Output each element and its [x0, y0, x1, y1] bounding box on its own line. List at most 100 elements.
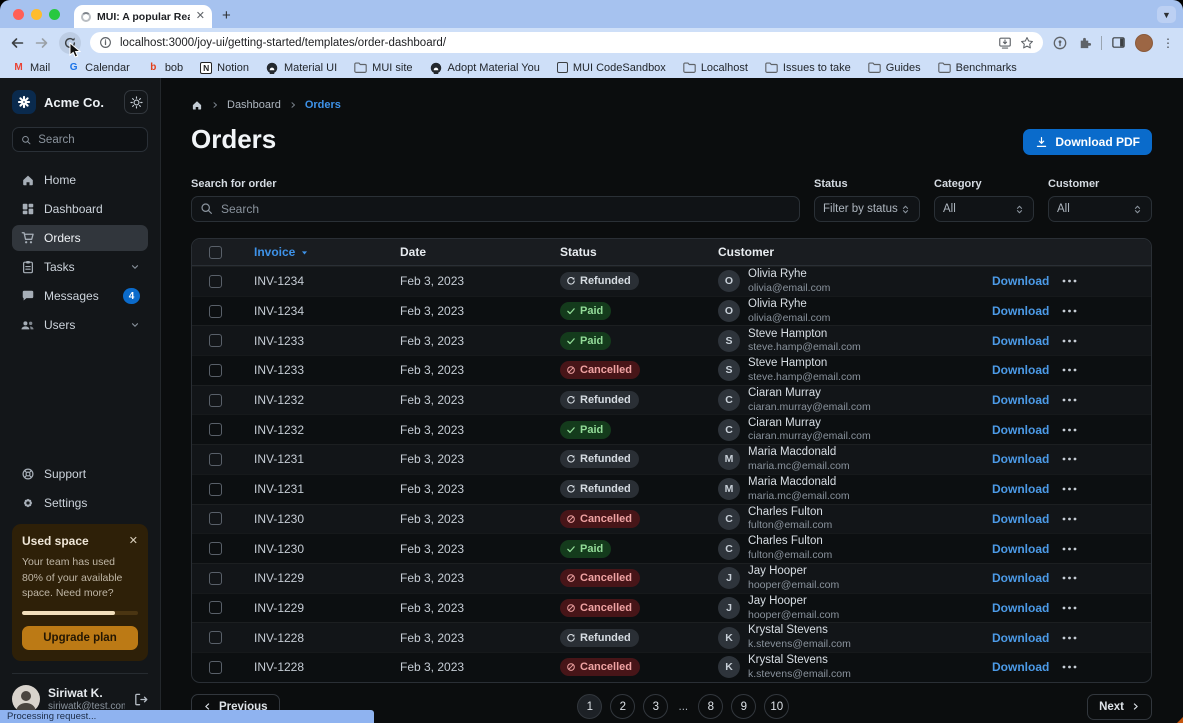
sidebar-item-users[interactable]: Users [12, 312, 148, 338]
sidebar-item-home[interactable]: Home [12, 167, 148, 193]
bookmark-localhost[interactable]: Localhost [683, 61, 748, 74]
row-download-link[interactable]: Download [992, 363, 1056, 377]
sidebar-search[interactable] [12, 127, 148, 152]
sidebar-item-dashboard[interactable]: Dashboard [12, 196, 148, 222]
bookmark-bob[interactable]: bbob [147, 61, 183, 74]
row-download-link[interactable]: Download [992, 393, 1056, 407]
sidebar-item-tasks[interactable]: Tasks [12, 254, 148, 280]
site-info-icon[interactable] [99, 36, 112, 49]
page-button-1[interactable]: 1 [577, 694, 602, 719]
close-icon[interactable]: ✕ [129, 536, 138, 547]
theme-toggle-button[interactable] [124, 90, 148, 114]
row-menu-icon[interactable] [1056, 339, 1151, 343]
sidebar-item-support[interactable]: Support [12, 461, 148, 487]
bookmark-material-ui[interactable]: Material UI [266, 61, 337, 74]
reload-button[interactable] [59, 32, 81, 54]
password-manager-icon[interactable] [1052, 35, 1068, 51]
bookmark-issues-to-take[interactable]: Issues to take [765, 61, 851, 74]
tab-close-icon[interactable]: ✕ [196, 11, 205, 22]
column-header-status[interactable]: Status [542, 245, 710, 259]
sidebar-item-messages[interactable]: Messages 4 [12, 283, 148, 309]
row-checkbox[interactable] [209, 542, 222, 555]
row-checkbox[interactable] [209, 275, 222, 288]
bookmark-adopt-material-you[interactable]: Adopt Material You [430, 61, 540, 74]
sidebar-search-input[interactable] [38, 134, 139, 146]
row-menu-icon[interactable] [1056, 517, 1151, 521]
row-checkbox[interactable] [209, 661, 222, 674]
row-checkbox[interactable] [209, 423, 222, 436]
select-all-checkbox[interactable] [209, 246, 222, 259]
row-download-link[interactable]: Download [992, 660, 1056, 674]
browser-tab[interactable]: MUI: A popular React UI fram ✕ [74, 5, 212, 28]
minimize-window-button[interactable] [31, 9, 42, 20]
url-bar[interactable]: localhost:3000/joy-ui/getting-started/te… [90, 32, 1043, 53]
row-download-link[interactable]: Download [992, 423, 1056, 437]
row-menu-icon[interactable] [1056, 665, 1151, 669]
row-checkbox[interactable] [209, 512, 222, 525]
status-filter-select[interactable]: Filter by status [814, 196, 920, 222]
row-checkbox[interactable] [209, 305, 222, 318]
bookmark-benchmarks[interactable]: Benchmarks [938, 61, 1017, 74]
extensions-puzzle-icon[interactable] [1077, 35, 1092, 50]
row-checkbox[interactable] [209, 483, 222, 496]
column-header-date[interactable]: Date [382, 245, 542, 259]
row-download-link[interactable]: Download [992, 571, 1056, 585]
row-checkbox[interactable] [209, 334, 222, 347]
row-checkbox[interactable] [209, 364, 222, 377]
breadcrumb-dashboard[interactable]: Dashboard [227, 99, 281, 111]
side-panel-icon[interactable] [1111, 35, 1126, 50]
row-menu-icon[interactable] [1056, 636, 1151, 640]
zoom-window-button[interactable] [49, 9, 60, 20]
home-icon[interactable] [191, 99, 203, 111]
page-button-8[interactable]: 8 [698, 694, 723, 719]
page-button-10[interactable]: 10 [764, 694, 789, 719]
row-menu-icon[interactable] [1056, 398, 1151, 402]
column-header-customer[interactable]: Customer [710, 245, 992, 259]
page-button-3[interactable]: 3 [643, 694, 668, 719]
forward-button[interactable] [34, 35, 50, 51]
customer-filter-select[interactable]: All [1048, 196, 1152, 222]
row-download-link[interactable]: Download [992, 512, 1056, 526]
row-menu-icon[interactable] [1056, 576, 1151, 580]
url-text[interactable]: localhost:3000/joy-ui/getting-started/te… [120, 37, 990, 49]
new-tab-button[interactable]: + [222, 7, 231, 24]
row-menu-icon[interactable] [1056, 606, 1151, 610]
row-menu-icon[interactable] [1056, 368, 1151, 372]
bookmark-mui-codesandbox[interactable]: MUI CodeSandbox [557, 62, 666, 74]
row-download-link[interactable]: Download [992, 482, 1056, 496]
logout-icon[interactable] [133, 692, 148, 707]
sidebar-item-settings[interactable]: Settings [12, 490, 148, 516]
row-checkbox[interactable] [209, 601, 222, 614]
bookmark-notion[interactable]: NNotion [200, 62, 249, 74]
row-menu-icon[interactable] [1056, 487, 1151, 491]
order-search-input[interactable] [191, 196, 800, 222]
row-download-link[interactable]: Download [992, 601, 1056, 615]
row-menu-icon[interactable] [1056, 309, 1151, 313]
row-download-link[interactable]: Download [992, 274, 1056, 288]
category-filter-select[interactable]: All [934, 196, 1034, 222]
row-download-link[interactable]: Download [992, 334, 1056, 348]
bookmark-star-icon[interactable] [1020, 36, 1034, 50]
bookmark-guides[interactable]: Guides [868, 61, 921, 74]
next-page-button[interactable]: Next [1087, 694, 1152, 720]
sidebar-item-orders[interactable]: Orders [12, 225, 148, 251]
browser-profile-avatar[interactable] [1135, 34, 1153, 52]
row-menu-icon[interactable] [1056, 279, 1151, 283]
row-download-link[interactable]: Download [992, 452, 1056, 466]
tab-search-chevron-icon[interactable]: ▼ [1157, 6, 1176, 23]
row-menu-icon[interactable] [1056, 547, 1151, 551]
breadcrumb-orders[interactable]: Orders [305, 99, 341, 111]
column-header-invoice[interactable]: Invoice [236, 245, 382, 259]
row-checkbox[interactable] [209, 394, 222, 407]
install-app-icon[interactable] [998, 36, 1012, 50]
row-checkbox[interactable] [209, 453, 222, 466]
page-button-2[interactable]: 2 [610, 694, 635, 719]
row-checkbox[interactable] [209, 572, 222, 585]
bookmark-mail[interactable]: MMail [12, 61, 50, 74]
download-pdf-button[interactable]: Download PDF [1023, 129, 1152, 155]
page-button-9[interactable]: 9 [731, 694, 756, 719]
close-window-button[interactable] [13, 9, 24, 20]
bookmark-mui-site[interactable]: MUI site [354, 61, 412, 74]
row-menu-icon[interactable] [1056, 428, 1151, 432]
row-download-link[interactable]: Download [992, 631, 1056, 645]
